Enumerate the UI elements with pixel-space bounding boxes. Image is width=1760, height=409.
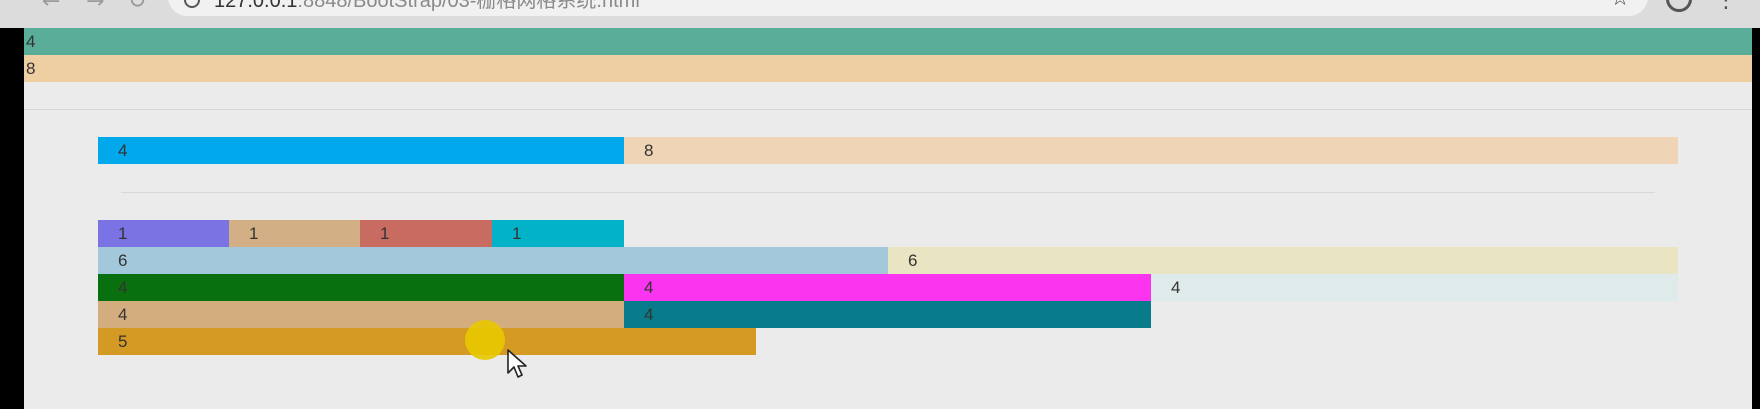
col-md-4: 4 bbox=[98, 137, 624, 164]
url-text[interactable]: 127.0.0.1:8848/BootStrap/03-栅格网格系统.html bbox=[214, 0, 640, 11]
screenshot: ← → ↻ 127.0.0.1:8848/BootStrap/03-栅格网格系统… bbox=[0, 0, 1760, 409]
col-label: 1 bbox=[249, 224, 259, 243]
address-bar[interactable]: 127.0.0.1:8848/BootStrap/03-栅格网格系统.html … bbox=[168, 0, 1648, 16]
col-label: 4 bbox=[26, 32, 36, 51]
col-label: 8 bbox=[644, 141, 654, 160]
col-md-4: 4 bbox=[98, 301, 624, 328]
col-label: 4 bbox=[1171, 278, 1181, 297]
col-md-1: 1 bbox=[98, 220, 229, 247]
col-md-4: 4 bbox=[98, 274, 624, 301]
divider bbox=[121, 192, 1655, 193]
url-path: :8848/BootStrap/03-栅格网格系统.html bbox=[297, 0, 640, 12]
col-md-6: 6 bbox=[98, 247, 888, 274]
menu-icon[interactable]: ⋮ bbox=[1715, 0, 1737, 13]
col-label: 6 bbox=[118, 251, 128, 270]
col-label: 4 bbox=[644, 278, 654, 297]
profile-icon[interactable] bbox=[1666, 0, 1692, 12]
col-label: 6 bbox=[908, 251, 918, 270]
col-label: 1 bbox=[512, 224, 522, 243]
fluid-col-8: 8 bbox=[24, 55, 1752, 82]
col-label: 4 bbox=[644, 305, 654, 324]
col-md-1: 1 bbox=[229, 220, 360, 247]
browser-toolbar: ← → ↻ 127.0.0.1:8848/BootStrap/03-栅格网格系统… bbox=[0, 0, 1760, 28]
col-label: 1 bbox=[380, 224, 390, 243]
col-label: 4 bbox=[118, 141, 128, 160]
col-md-4: 4 bbox=[624, 301, 1151, 328]
back-icon[interactable]: ← bbox=[42, 0, 60, 13]
col-md-4: 4 bbox=[624, 274, 1151, 301]
url-host: 127.0.0.1 bbox=[214, 0, 298, 12]
page-viewport: 4 8 4 8 1 1 1 1 6 6 4 4 4 4 4 5 bbox=[24, 28, 1752, 409]
col-label: 4 bbox=[118, 278, 128, 297]
col-md-1: 1 bbox=[360, 220, 492, 247]
reload-icon[interactable]: ↻ bbox=[128, 0, 146, 13]
col-label: 5 bbox=[118, 332, 128, 351]
cursor-highlight bbox=[465, 320, 505, 360]
col-label: 1 bbox=[118, 224, 128, 243]
col-md-6: 6 bbox=[888, 247, 1678, 274]
fluid-col-4: 4 bbox=[24, 28, 1752, 55]
col-md-4: 4 bbox=[1151, 274, 1678, 301]
forward-icon[interactable]: → bbox=[86, 0, 104, 13]
col-md-8: 8 bbox=[624, 137, 1678, 164]
bookmark-star-icon[interactable]: ☆ bbox=[1610, 0, 1630, 11]
site-info-icon[interactable] bbox=[184, 0, 200, 8]
col-md-1: 1 bbox=[492, 220, 624, 247]
col-label: 4 bbox=[118, 305, 128, 324]
col-label: 8 bbox=[26, 59, 36, 78]
mouse-cursor-icon bbox=[507, 349, 527, 378]
col-md-5: 5 bbox=[98, 328, 756, 355]
divider bbox=[24, 109, 1752, 110]
